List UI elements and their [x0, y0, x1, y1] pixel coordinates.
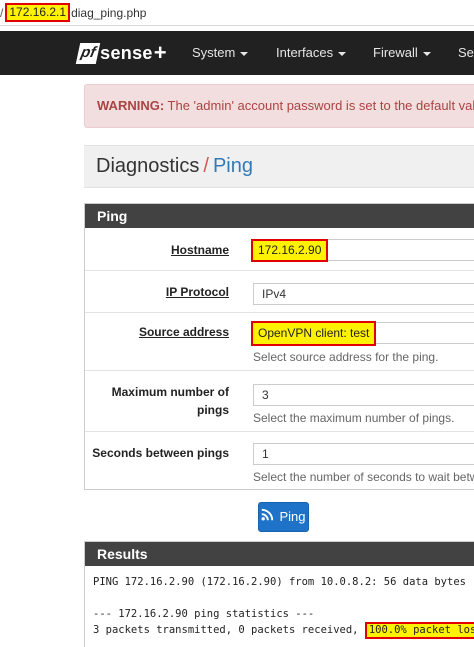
breadcrumb-separator: /	[203, 155, 209, 177]
source-address-label: Source address	[138, 325, 229, 339]
url-slash: /	[0, 5, 4, 20]
caret-down-icon	[338, 51, 347, 56]
ping-panel: Ping Hostname 172.16.2.90 IP Protocol IP…	[84, 203, 474, 490]
results-output: PING 172.16.2.90 (172.16.2.90) from 10.0…	[85, 566, 474, 639]
source-address-value-highlight: OpenVPN client: test	[251, 321, 377, 346]
seconds-between-row: Seconds between pings 1 Select the numbe…	[85, 432, 474, 491]
max-pings-select[interactable]: 3	[253, 384, 474, 406]
results-panel: Results PING 172.16.2.90 (172.16.2.90) f…	[84, 541, 474, 647]
logo-pf: pf	[75, 42, 101, 64]
ip-protocol-select[interactable]: IPv4	[253, 283, 474, 305]
hostname-label: Hostname	[170, 243, 229, 257]
logo-sense: sense	[100, 42, 153, 63]
ping-button-label: Ping	[279, 509, 306, 524]
packet-loss-highlight: 100.0% packet loss	[364, 622, 474, 639]
nav-services-label: Ser	[458, 45, 474, 60]
warning-strong: WARNING:	[97, 98, 165, 113]
breadcrumb-diagnostics: Diagnostics	[96, 155, 200, 177]
results-line-4-prefix: 3 packets transmitted, 0 packets receive…	[93, 624, 365, 636]
nav-firewall-menu[interactable]: Firewall	[373, 31, 431, 75]
nav-system-label: System	[192, 45, 236, 60]
source-address-help: Select source address for the ping.	[253, 350, 439, 364]
nav-interfaces-label: Interfaces	[276, 45, 334, 60]
results-line-3: --- 172.16.2.90 ping statistics ---	[93, 608, 315, 620]
source-address-row: Source address OpenVPN client: test Sele…	[85, 313, 474, 371]
top-navbar: pf sense + System Interfaces Firewall Se…	[0, 31, 474, 75]
hostname-row: Hostname 172.16.2.90	[85, 229, 474, 271]
ip-protocol-row: IP Protocol IPv4	[85, 271, 474, 313]
caret-down-icon	[422, 51, 431, 56]
nav-firewall-label: Firewall	[373, 45, 418, 60]
hostname-value-highlight: 172.16.2.90	[251, 239, 329, 262]
breadcrumb-ping[interactable]: Ping	[213, 155, 253, 177]
max-pings-label: Maximum number of pings	[112, 383, 229, 419]
url-path: diag_ping.php	[71, 5, 147, 20]
max-pings-help: Select the maximum number of pings.	[253, 411, 455, 425]
seconds-between-label: Seconds between pings	[92, 446, 229, 460]
address-bar[interactable]: / 172.16.2.1 diag_ping.php	[0, 0, 474, 26]
results-line-2	[93, 590, 474, 606]
nav-services-menu[interactable]: Ser	[458, 31, 474, 75]
seconds-between-select[interactable]: 1	[253, 443, 474, 465]
max-pings-label-line1: Maximum number of	[111, 385, 229, 399]
max-pings-row: Maximum number of pings 3 Select the max…	[85, 371, 474, 432]
warning-text[interactable]: The 'admin' account password is set to t…	[164, 98, 474, 113]
results-panel-title: Results	[85, 542, 474, 566]
results-line-1: PING 172.16.2.90 (172.16.2.90) from 10.0…	[93, 576, 466, 588]
ping-button[interactable]: Ping	[258, 502, 309, 532]
wifi-icon	[261, 503, 274, 531]
ping-panel-title: Ping	[85, 204, 474, 228]
nav-system-menu[interactable]: System	[192, 31, 249, 75]
logo-plus: +	[153, 40, 167, 65]
ip-protocol-label: IP Protocol	[165, 285, 229, 299]
pfsense-logo[interactable]: pf sense +	[75, 39, 167, 67]
caret-down-icon	[240, 51, 249, 56]
max-pings-label-line2: pings	[197, 403, 229, 417]
url-host-highlight: 172.16.2.1	[5, 3, 71, 22]
default-password-warning: WARNING: The 'admin' account password is…	[84, 84, 474, 128]
seconds-between-help: Select the number of seconds to wait bet…	[253, 470, 474, 484]
breadcrumb: Diagnostics / Ping	[84, 145, 474, 188]
nav-interfaces-menu[interactable]: Interfaces	[276, 31, 347, 75]
results-line-4: 3 packets transmitted, 0 packets receive…	[93, 622, 474, 639]
